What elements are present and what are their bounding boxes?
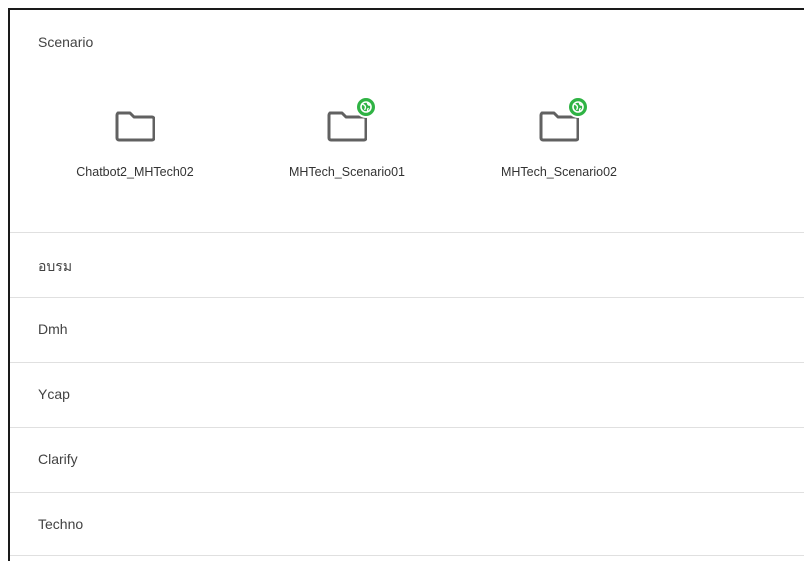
section-row-label: Techno — [38, 516, 84, 532]
section-row[interactable]: Techno — [10, 493, 804, 556]
folder-grid: Chatbot2_MHTech02 MHTech_Scenario01 MHTe… — [10, 96, 804, 198]
folder-icon — [539, 96, 589, 142]
shared-globe-icon — [355, 96, 377, 118]
section-row-label: Clarify — [38, 451, 78, 467]
section-title: Scenario — [38, 34, 94, 50]
section-row-label: Dmh — [38, 321, 68, 337]
folder-icon — [115, 108, 155, 142]
section-row[interactable]: Dmh — [10, 298, 804, 363]
folder-label: MHTech_Scenario01 — [288, 165, 406, 179]
section-row[interactable]: Clarify — [10, 428, 804, 493]
folder-icon — [327, 96, 377, 142]
section-row[interactable]: อบรม — [10, 233, 804, 298]
shared-globe-icon — [567, 96, 589, 118]
folder-item[interactable]: MHTech_Scenario02 — [464, 96, 654, 198]
section-row-label: อบรม — [38, 258, 73, 274]
folder-label: Chatbot2_MHTech02 — [76, 165, 194, 179]
folder-item[interactable]: MHTech_Scenario01 — [252, 96, 442, 198]
section-row[interactable]: Ycap — [10, 363, 804, 428]
folder-label: MHTech_Scenario02 — [500, 165, 618, 179]
section-row-label: Ycap — [38, 386, 70, 402]
folder-item[interactable]: Chatbot2_MHTech02 — [40, 108, 230, 198]
scenario-panel: Scenario Chatbot2_MHTech02 MHTech_Scenar… — [8, 8, 804, 561]
section-scenario: Scenario Chatbot2_MHTech02 MHTech_Scenar… — [10, 10, 804, 233]
